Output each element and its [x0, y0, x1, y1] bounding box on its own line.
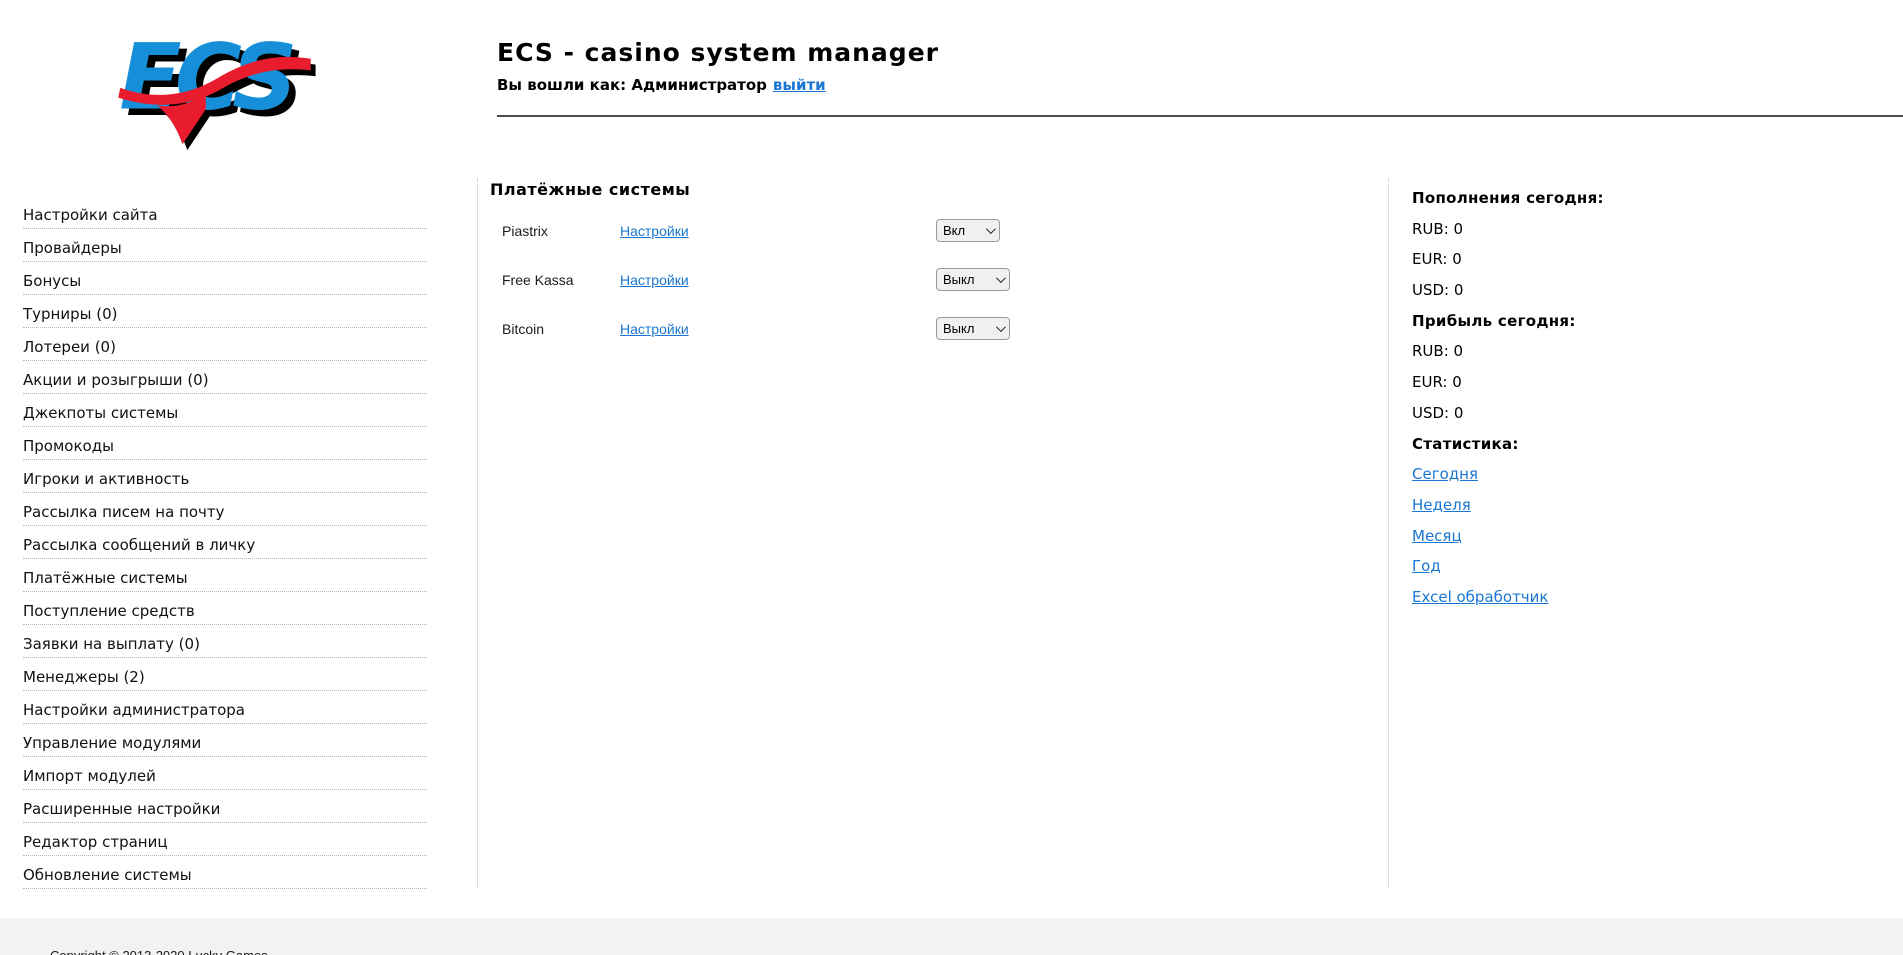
deposits-usd-value: USD: 0	[1412, 281, 1464, 300]
payment-systems-title: Платёжные системы	[490, 180, 691, 199]
content-left-divider	[477, 178, 478, 887]
payment-name: Bitcoin	[502, 321, 545, 337]
page-title: ECS - casino system manager	[497, 38, 939, 67]
sidebar-item-jackpots[interactable]: Джекпоты системы	[23, 394, 427, 427]
profit-usd-value: USD: 0	[1412, 403, 1464, 422]
stats-month-link[interactable]: Месяц	[1412, 527, 1462, 545]
svg-text:ECS: ECS	[119, 23, 293, 130]
sidebar-item-bonuses[interactable]: Бонусы	[23, 262, 427, 295]
sidebar-item-pm-mailing[interactable]: Рассылка сообщений в личку	[23, 526, 427, 559]
payment-name: Piastrix	[502, 223, 548, 239]
bitcoin-settings-link[interactable]: Настройки	[620, 321, 689, 337]
payment-row-freekassa: Free Kassa Настройки	[502, 268, 922, 292]
profit-rub-value: RUB: 0	[1412, 342, 1464, 361]
bitcoin-state-select[interactable]: Выкл	[936, 317, 1010, 340]
logout-link[interactable]: выйти	[773, 76, 826, 94]
bitcoin-state-select-wrap: Выкл	[936, 317, 1010, 340]
stats-excel-link[interactable]: Excel обработчик	[1412, 588, 1548, 606]
piastrix-state-select[interactable]: Вкл	[936, 219, 1000, 242]
payment-row-piastrix: Piastrix Настройки	[502, 219, 922, 243]
content-right-divider	[1388, 178, 1389, 887]
statistics-heading: Статистика:	[1412, 434, 1519, 453]
sidebar-item-managers[interactable]: Менеджеры (2)	[23, 658, 427, 691]
header-divider	[497, 115, 1903, 117]
profit-eur-value: EUR: 0	[1412, 373, 1462, 392]
deposits-rub-value: RUB: 0	[1412, 219, 1464, 238]
sidebar-item-promotions[interactable]: Акции и розыгрыши (0)	[23, 361, 427, 394]
profit-today-heading: Прибыль сегодня:	[1412, 311, 1576, 330]
sidebar-menu: Настройки сайта Провайдеры Бонусы Турнир…	[23, 196, 427, 889]
piastrix-state-select-wrap: Вкл	[936, 219, 1000, 242]
deposits-eur-value: EUR: 0	[1412, 250, 1462, 269]
sidebar-item-module-management[interactable]: Управление модулями	[23, 724, 427, 757]
copyright-text: Copyright © 2013-2020 Lucky Games	[50, 948, 268, 955]
freekassa-state-select-wrap: Выкл	[936, 268, 1010, 291]
sidebar-item-tournaments[interactable]: Турниры (0)	[23, 295, 427, 328]
ecs-logo: ECS ECS	[118, 23, 316, 151]
stats-week-link[interactable]: Неделя	[1412, 496, 1471, 514]
sidebar-item-incoming-funds[interactable]: Поступление средств	[23, 592, 427, 625]
stats-today-link[interactable]: Сегодня	[1412, 465, 1478, 483]
sidebar-item-players-activity[interactable]: Игроки и активность	[23, 460, 427, 493]
sidebar-item-lotteries[interactable]: Лотереи (0)	[23, 328, 427, 361]
sidebar-item-promocodes[interactable]: Промокоды	[23, 427, 427, 460]
payment-row-bitcoin: Bitcoin Настройки	[502, 317, 922, 341]
login-status-text: Вы вошли как: Администратор	[497, 76, 767, 94]
login-status: Вы вошли как: Администратор выйти	[497, 76, 826, 94]
sidebar-item-system-update[interactable]: Обновление системы	[23, 856, 427, 889]
stats-year-link[interactable]: Год	[1412, 557, 1441, 575]
freekassa-state-select[interactable]: Выкл	[936, 268, 1010, 291]
piastrix-settings-link[interactable]: Настройки	[620, 223, 689, 239]
payment-name: Free Kassa	[502, 272, 574, 288]
sidebar-item-module-import[interactable]: Импорт модулей	[23, 757, 427, 790]
sidebar-item-providers[interactable]: Провайдеры	[23, 229, 427, 262]
freekassa-settings-link[interactable]: Настройки	[620, 272, 689, 288]
sidebar-item-payment-systems[interactable]: Платёжные системы	[23, 559, 427, 592]
page-footer: Copyright © 2013-2020 Lucky Games	[0, 918, 1903, 955]
sidebar-item-page-editor[interactable]: Редактор страниц	[23, 823, 427, 856]
sidebar-item-payout-requests[interactable]: Заявки на выплату (0)	[23, 625, 427, 658]
sidebar-item-advanced-settings[interactable]: Расширенные настройки	[23, 790, 427, 823]
sidebar-item-email-mailing[interactable]: Рассылка писем на почту	[23, 493, 427, 526]
deposits-today-heading: Пополнения сегодня:	[1412, 189, 1604, 207]
sidebar-item-site-settings[interactable]: Настройки сайта	[23, 196, 427, 229]
sidebar-item-admin-settings[interactable]: Настройки администратора	[23, 691, 427, 724]
stats-panel: Пополнения сегодня: RUB: 0 EUR: 0 USD: 0…	[1412, 183, 1732, 613]
